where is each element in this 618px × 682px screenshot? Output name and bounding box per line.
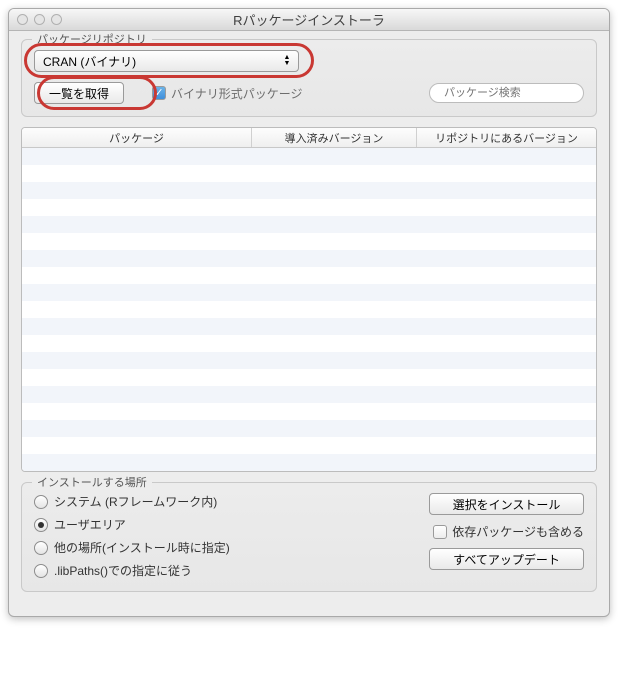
deps-checkbox-row[interactable]: 依存パッケージも含める bbox=[433, 523, 584, 540]
table-row[interactable] bbox=[22, 182, 596, 199]
table-row[interactable] bbox=[22, 420, 596, 437]
radio-system[interactable]: システム (Rフレームワーク内) bbox=[34, 493, 230, 510]
radio-icon bbox=[34, 564, 48, 578]
radio-libpaths-label: .libPaths()での指定に従う bbox=[54, 562, 192, 579]
repository-popup[interactable]: CRAN (バイナリ) ▲▼ bbox=[34, 50, 299, 72]
checkbox-checked-icon[interactable]: ✓ bbox=[152, 86, 166, 100]
install-location-legend: インストールする場所 bbox=[32, 474, 152, 490]
repository-legend: パッケージリポジトリ bbox=[32, 31, 152, 47]
table-row[interactable] bbox=[22, 250, 596, 267]
table-row[interactable] bbox=[22, 301, 596, 318]
table-header: パッケージ 導入済みバージョン リポジトリにあるバージョン bbox=[22, 128, 596, 148]
search-input[interactable] bbox=[442, 86, 588, 100]
table-row[interactable] bbox=[22, 403, 596, 420]
table-row[interactable] bbox=[22, 267, 596, 284]
install-location-group: インストールする場所 システム (Rフレームワーク内) ユーザエリア 他の場所(… bbox=[21, 482, 597, 592]
search-field[interactable] bbox=[429, 83, 584, 103]
table-row[interactable] bbox=[22, 454, 596, 471]
deps-checkbox-label: 依存パッケージも含める bbox=[452, 523, 584, 540]
package-table: パッケージ 導入済みバージョン リポジトリにあるバージョン bbox=[21, 127, 597, 472]
table-row[interactable] bbox=[22, 335, 596, 352]
install-selected-button[interactable]: 選択をインストール bbox=[429, 493, 584, 515]
repository-group: パッケージリポジトリ CRAN (バイナリ) ▲▼ 一覧を取得 ✓ バイナリ形式… bbox=[21, 39, 597, 117]
header-package[interactable]: パッケージ bbox=[22, 128, 252, 147]
header-repo-version[interactable]: リポジトリにあるバージョン bbox=[417, 128, 596, 147]
radio-libpaths[interactable]: .libPaths()での指定に従う bbox=[34, 562, 230, 579]
radio-other-label: 他の場所(インストール時に指定) bbox=[54, 539, 230, 556]
radio-other[interactable]: 他の場所(インストール時に指定) bbox=[34, 539, 230, 556]
repository-popup-value: CRAN (バイナリ) bbox=[43, 53, 136, 70]
radio-checked-icon bbox=[34, 518, 48, 532]
radio-system-label: システム (Rフレームワーク内) bbox=[54, 493, 217, 510]
radio-user[interactable]: ユーザエリア bbox=[34, 516, 230, 533]
header-installed[interactable]: 導入済みバージョン bbox=[252, 128, 417, 147]
minimize-icon[interactable] bbox=[34, 14, 45, 25]
table-row[interactable] bbox=[22, 437, 596, 454]
close-icon[interactable] bbox=[17, 14, 28, 25]
table-row[interactable] bbox=[22, 369, 596, 386]
checkbox-unchecked-icon[interactable] bbox=[433, 525, 447, 539]
binary-checkbox-row[interactable]: ✓ バイナリ形式パッケージ bbox=[152, 85, 303, 102]
table-row[interactable] bbox=[22, 386, 596, 403]
radio-user-label: ユーザエリア bbox=[54, 516, 126, 533]
window-title: Rパッケージインストーラ bbox=[9, 10, 609, 29]
window-controls bbox=[17, 14, 62, 25]
table-row[interactable] bbox=[22, 318, 596, 335]
installer-window: Rパッケージインストーラ パッケージリポジトリ CRAN (バイナリ) ▲▼ 一… bbox=[8, 8, 610, 617]
binary-checkbox-label: バイナリ形式パッケージ bbox=[171, 85, 303, 102]
radio-icon bbox=[34, 541, 48, 555]
table-row[interactable] bbox=[22, 352, 596, 369]
table-row[interactable] bbox=[22, 199, 596, 216]
titlebar: Rパッケージインストーラ bbox=[9, 9, 609, 31]
table-row[interactable] bbox=[22, 165, 596, 182]
get-list-button[interactable]: 一覧を取得 bbox=[34, 82, 124, 104]
update-all-button[interactable]: すべてアップデート bbox=[429, 548, 584, 570]
zoom-icon[interactable] bbox=[51, 14, 62, 25]
table-row[interactable] bbox=[22, 284, 596, 301]
table-body[interactable] bbox=[22, 148, 596, 471]
chevron-updown-icon: ▲▼ bbox=[280, 55, 294, 67]
table-row[interactable] bbox=[22, 216, 596, 233]
install-location-radios: システム (Rフレームワーク内) ユーザエリア 他の場所(インストール時に指定)… bbox=[34, 493, 230, 579]
table-row[interactable] bbox=[22, 148, 596, 165]
radio-icon bbox=[34, 495, 48, 509]
table-row[interactable] bbox=[22, 233, 596, 250]
